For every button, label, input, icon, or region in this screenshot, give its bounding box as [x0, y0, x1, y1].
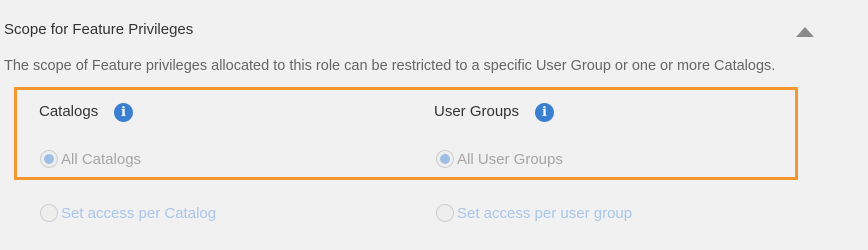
catalogs-info-icon[interactable]: i [114, 103, 133, 122]
user-groups-info-icon[interactable]: i [535, 103, 554, 122]
user-groups-label: User Groups [434, 103, 520, 120]
set-access-per-user-group-radio[interactable] [436, 204, 454, 222]
all-catalogs-label: All Catalogs [61, 150, 142, 168]
set-access-per-user-group-label: Set access per user group [457, 204, 633, 222]
all-catalogs-option[interactable]: All Catalogs [40, 150, 141, 168]
set-access-per-catalog-option[interactable]: Set access per Catalog [40, 204, 216, 222]
collapse-chevron-icon[interactable] [796, 27, 814, 37]
set-access-per-catalog-label: Set access per Catalog [61, 204, 217, 222]
all-user-groups-label: All User Groups [457, 150, 563, 168]
section-title: Scope for Feature Privileges [4, 21, 194, 38]
set-access-per-catalog-radio[interactable] [40, 204, 58, 222]
all-catalogs-radio[interactable] [40, 150, 58, 168]
catalogs-label: Catalogs [39, 103, 99, 120]
set-access-per-user-group-option[interactable]: Set access per user group [436, 204, 632, 222]
all-user-groups-radio[interactable] [436, 150, 454, 168]
all-user-groups-option[interactable]: All User Groups [436, 150, 563, 168]
section-description: The scope of Feature privileges allocate… [4, 58, 776, 74]
